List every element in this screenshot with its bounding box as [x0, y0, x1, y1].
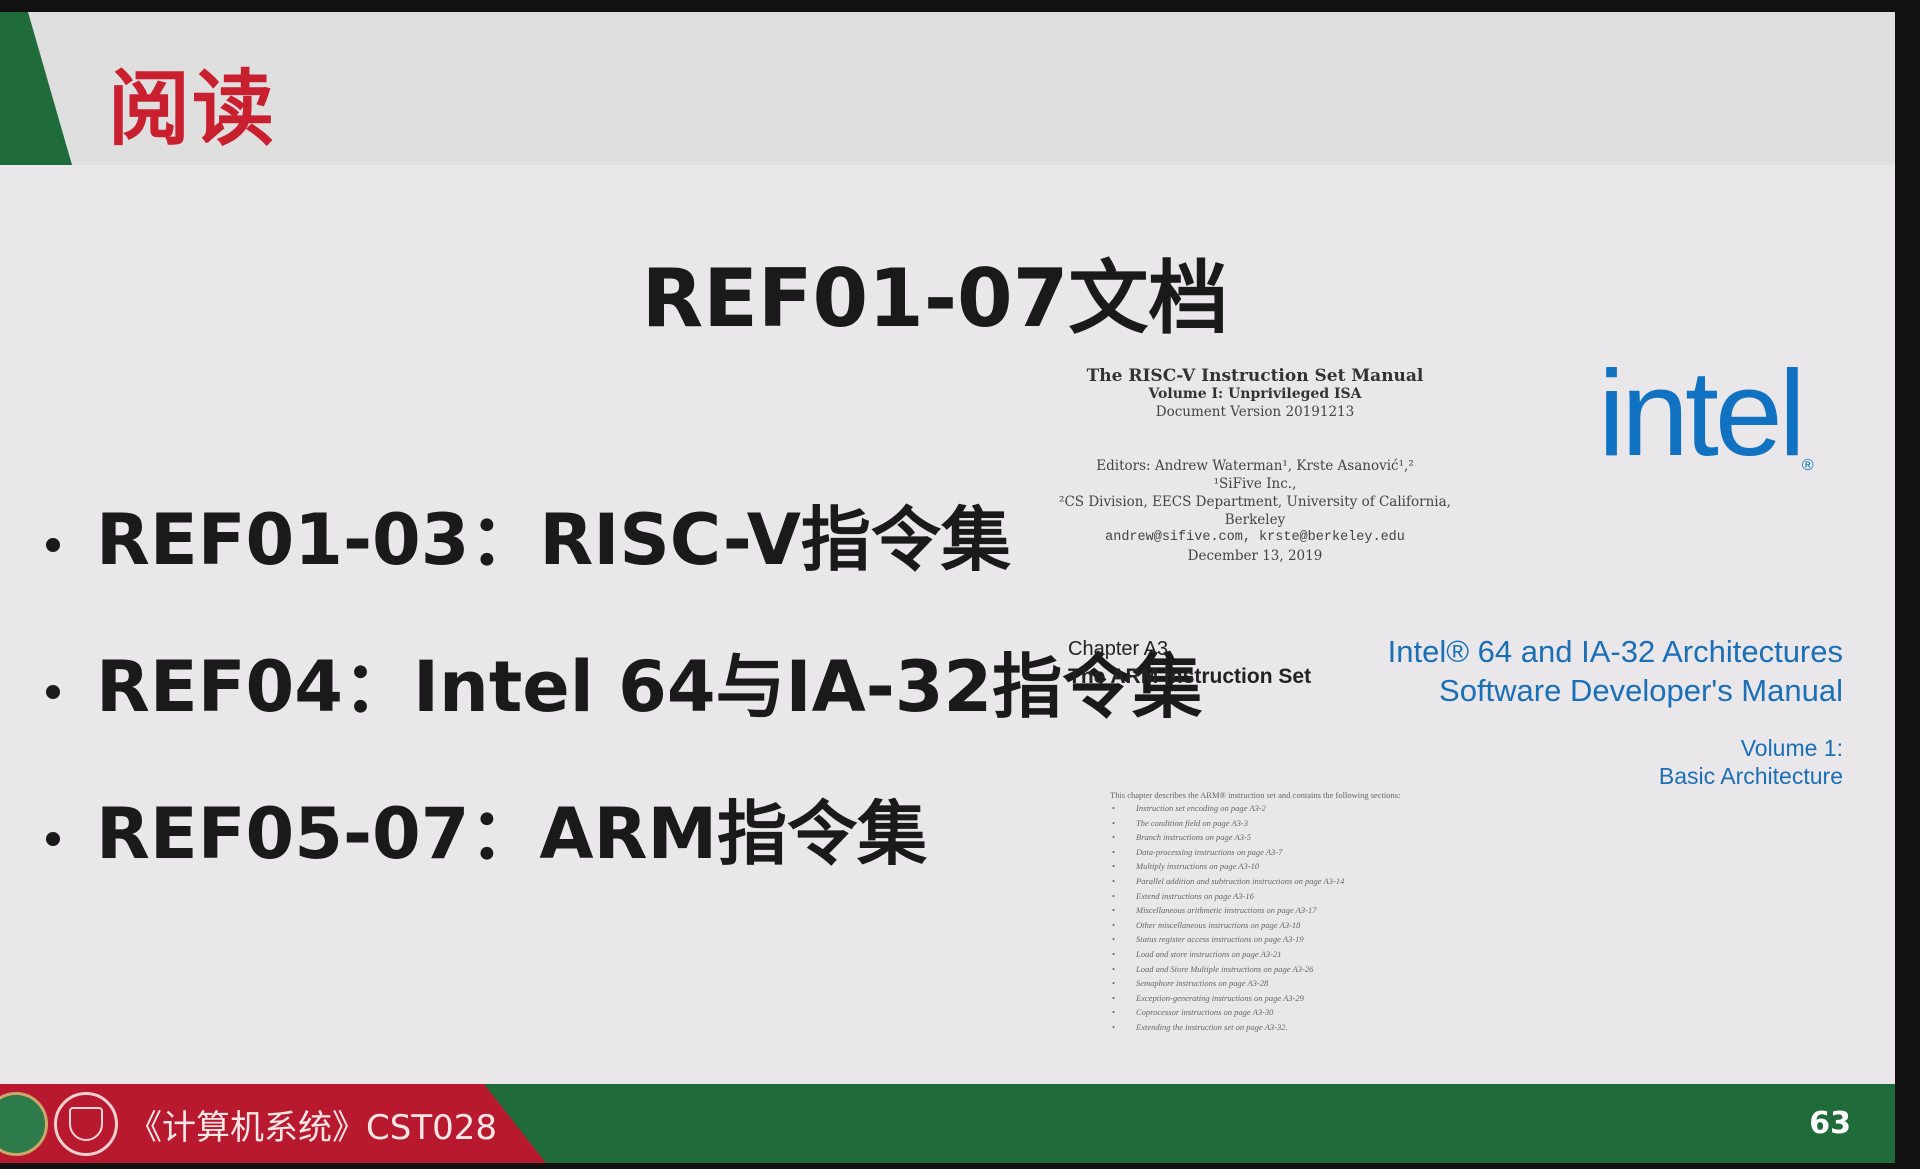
arm-section-item: The condition field on page A3-3 [1110, 818, 1400, 833]
riscv-affiliation: ¹SiFive Inc., [1213, 476, 1297, 492]
intel-manual-title: Software Developer's Manual [1439, 673, 1843, 708]
intel-volume-name: Basic Architecture [1658, 763, 1843, 789]
course-name: 《计算机系统》CST028 [128, 1108, 497, 1148]
arm-section-item: Parallel addition and subtraction instru… [1110, 876, 1400, 891]
arm-section-item: Status register access instructions on p… [1110, 934, 1400, 949]
bullet-icon [46, 684, 60, 699]
riscv-editors: Editors: Andrew Waterman¹, Krste Asanovi… [1096, 458, 1414, 474]
arm-section-item: Multiply instructions on page A3-10 [1110, 861, 1400, 876]
footer-banner: 《计算机系统》CST028 [0, 1084, 546, 1163]
bullet-text: REF05-07：ARM指令集 [96, 793, 928, 875]
slide-header: 阅读 [0, 12, 1895, 165]
intel-logo: intel® [1598, 345, 1814, 481]
header-accent [0, 12, 72, 165]
arm-section-item: Extending the instruction set on page A3… [1110, 1022, 1400, 1037]
riscv-version: Document Version 20191213 [1155, 404, 1355, 420]
riscv-title: The RISC-V Instruction Set Manual [1086, 366, 1424, 386]
arm-section-list: This chapter describes the ARM® instruct… [1110, 790, 1400, 1037]
arm-section-item: Semaphore instructions on page A3-28 [1110, 978, 1400, 993]
bullet-icon [46, 831, 60, 846]
slide-title: 阅读 [108, 62, 277, 157]
riscv-volume: Volume I: Unprivileged ISA [1148, 386, 1362, 402]
arm-section-item: Exception-generating instructions on pag… [1110, 993, 1400, 1008]
riscv-emails: andrew@sifive.com, krste@berkeley.edu [1105, 530, 1405, 545]
slide: 阅读 REF01-07文档 REF01-03：RISC-V指令集 REF04：I… [0, 12, 1895, 1163]
department-seal-icon [54, 1092, 118, 1156]
arm-section-item: Load and Store Multiple instructions on … [1110, 964, 1400, 979]
intel-volume: Volume 1: [1740, 735, 1843, 761]
bullet-item: REF04：Intel 64与IA-32指令集 [46, 631, 1202, 732]
arm-section-item: Miscellaneous arithmetic instructions on… [1110, 905, 1400, 920]
arm-chapter-name: The ARM Instruction Set [1068, 665, 1312, 688]
arm-section-item: Coprocessor instructions on page A3-30 [1110, 1007, 1400, 1022]
arm-section-item: Data-processing instructions on page A3-… [1110, 847, 1400, 862]
slide-footer: 《计算机系统》CST028 63 [0, 1084, 1895, 1163]
riscv-affiliation: ²CS Division, EECS Department, Universit… [1059, 494, 1451, 528]
slide-subtitle: REF01-07文档 [641, 252, 1229, 345]
bullet-icon [46, 537, 60, 552]
riscv-manual-cover: The RISC-V Instruction Set Manual Volume… [1030, 367, 1480, 565]
page-number: 63 [1809, 1106, 1851, 1141]
arm-section-item: Branch instructions on page A3-5 [1110, 832, 1400, 847]
arm-section-item: Other miscellaneous instructions on page… [1110, 920, 1400, 935]
bullet-item: REF05-07：ARM指令集 [46, 778, 927, 879]
university-seal-icon [0, 1092, 48, 1156]
riscv-date: December 13, 2019 [1187, 548, 1323, 564]
arm-chapter: Chapter A3 [1068, 638, 1169, 660]
bullet-text: REF01-03：RISC-V指令集 [96, 499, 1011, 581]
arm-chapter-heading: Chapter A3 The ARM Instruction Set [1068, 638, 1311, 689]
bullet-item: REF01-03：RISC-V指令集 [46, 484, 1011, 585]
intel-manual-cover: Intel® 64 and IA-32 Architectures Softwa… [1388, 632, 1843, 790]
intel-manual-title: Intel® 64 and IA-32 Architectures [1387, 634, 1843, 669]
arm-section-item: Load and store instructions on page A3-2… [1110, 949, 1400, 964]
arm-section-item: Instruction set encoding on page A3-2 [1110, 803, 1400, 818]
bullet-text: REF04：Intel 64与IA-32指令集 [96, 646, 1203, 728]
arm-intro: This chapter describes the ARM® instruct… [1110, 790, 1401, 800]
arm-section-item: Extend instructions on page A3-16 [1110, 891, 1400, 906]
